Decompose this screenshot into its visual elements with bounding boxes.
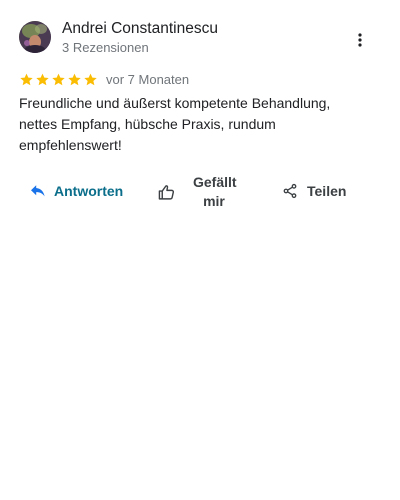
star-icon bbox=[52, 73, 65, 85]
like-label: Gefällt mir bbox=[193, 174, 237, 209]
author-name[interactable]: Andrei Constantinescu bbox=[62, 19, 218, 39]
share-button[interactable]: Teilen bbox=[282, 180, 346, 202]
reply-button[interactable]: Antworten bbox=[30, 180, 123, 202]
avatar[interactable] bbox=[19, 21, 51, 53]
thumb-up-icon bbox=[158, 184, 175, 200]
star-icon bbox=[84, 73, 97, 85]
reply-icon bbox=[31, 185, 45, 197]
review-time: vor 7 Monaten bbox=[106, 71, 190, 87]
share-icon bbox=[283, 183, 297, 199]
review-count: 3 Rezensionen bbox=[62, 40, 149, 55]
review-text: Freundliche und äußerst kompetente Behan… bbox=[19, 95, 331, 153]
star-icon bbox=[68, 73, 81, 85]
share-label: Teilen bbox=[307, 183, 347, 199]
rating-row: vor 7 Monaten bbox=[19, 70, 189, 88]
star-icon bbox=[36, 73, 49, 85]
avatar-photo bbox=[19, 21, 51, 53]
review-card: Andrei Constantinescu 3 Rezensionen vor … bbox=[0, 0, 400, 500]
more-vert-icon bbox=[358, 33, 362, 47]
more-options-button[interactable] bbox=[348, 28, 372, 52]
reply-label: Antworten bbox=[54, 183, 124, 199]
like-button[interactable]: Gefällt mir bbox=[158, 172, 237, 212]
star-rating bbox=[19, 72, 98, 87]
star-icon bbox=[20, 73, 33, 85]
